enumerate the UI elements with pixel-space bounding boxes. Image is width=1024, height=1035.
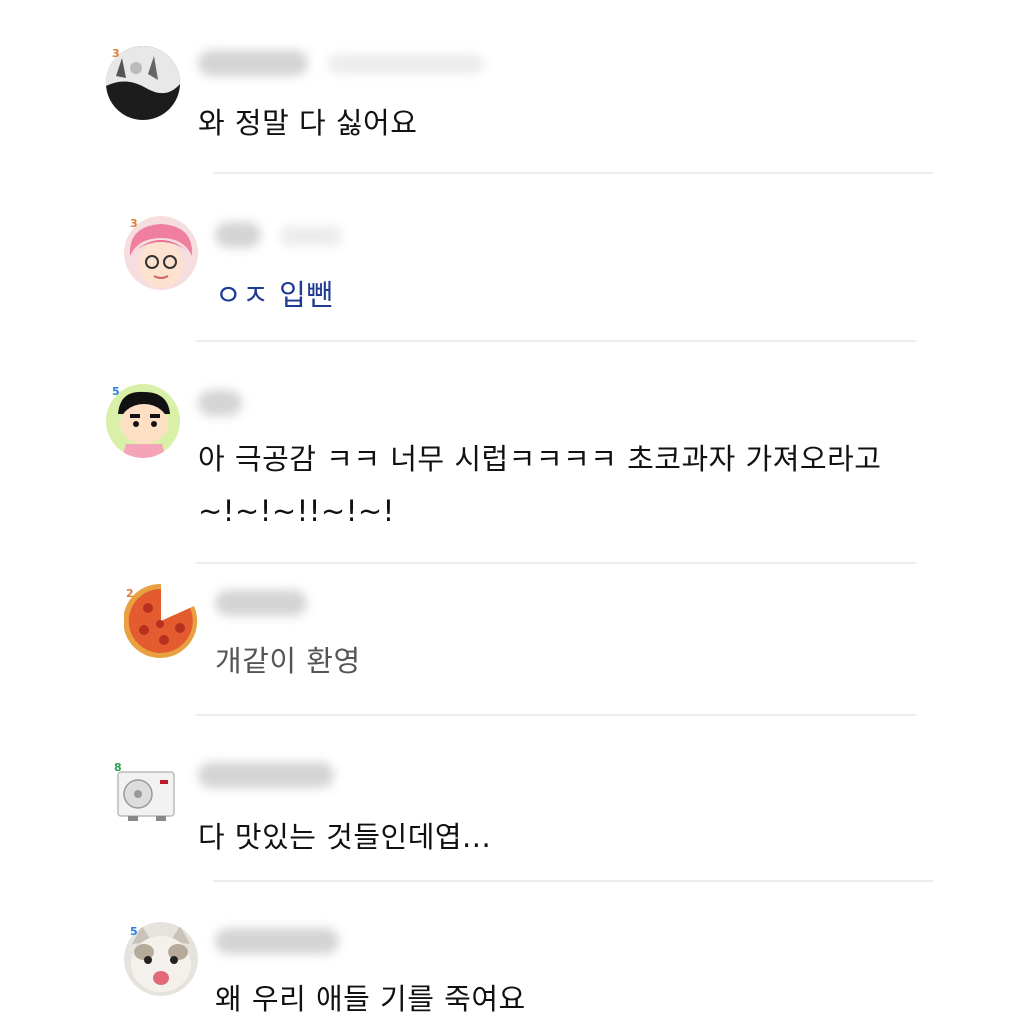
username-blurred — [198, 762, 334, 788]
username-blurred — [215, 928, 339, 954]
divider — [196, 562, 916, 564]
comment-text: 와 정말 다 싫어요 — [198, 106, 418, 140]
timestamp-blurred — [280, 226, 342, 246]
timestamp-blurred — [328, 54, 484, 74]
comment-text: 개같이 환영 — [215, 644, 361, 678]
username-blurred — [215, 590, 307, 616]
comment-text: 다 맛있는 것들인데엽... — [198, 820, 492, 854]
username-blurred — [198, 50, 308, 76]
comment-text: ㅇㅈ 입뺀 — [215, 278, 334, 312]
divider — [196, 714, 916, 716]
level-badge: 3 — [112, 47, 120, 60]
level-badge: 2 — [126, 587, 134, 600]
divider — [196, 340, 916, 342]
level-badge: 3 — [130, 217, 138, 230]
divider — [213, 880, 933, 882]
username-blurred — [215, 222, 261, 248]
avatar[interactable] — [124, 584, 198, 658]
comment-text-line2: ~!~!~!!~!~! — [198, 494, 395, 528]
comment-text: 왜 우리 애들 기를 죽여요 — [215, 982, 526, 1016]
username-blurred — [198, 390, 242, 416]
divider — [213, 172, 933, 174]
level-badge: 5 — [130, 925, 138, 938]
level-badge: 8 — [114, 761, 122, 774]
level-badge: 5 — [112, 385, 120, 398]
comment-text-line1: 아 극공감 ㅋㅋ 너무 시럽ㅋㅋㅋㅋ 초코과자 가져오라고 — [198, 442, 882, 476]
